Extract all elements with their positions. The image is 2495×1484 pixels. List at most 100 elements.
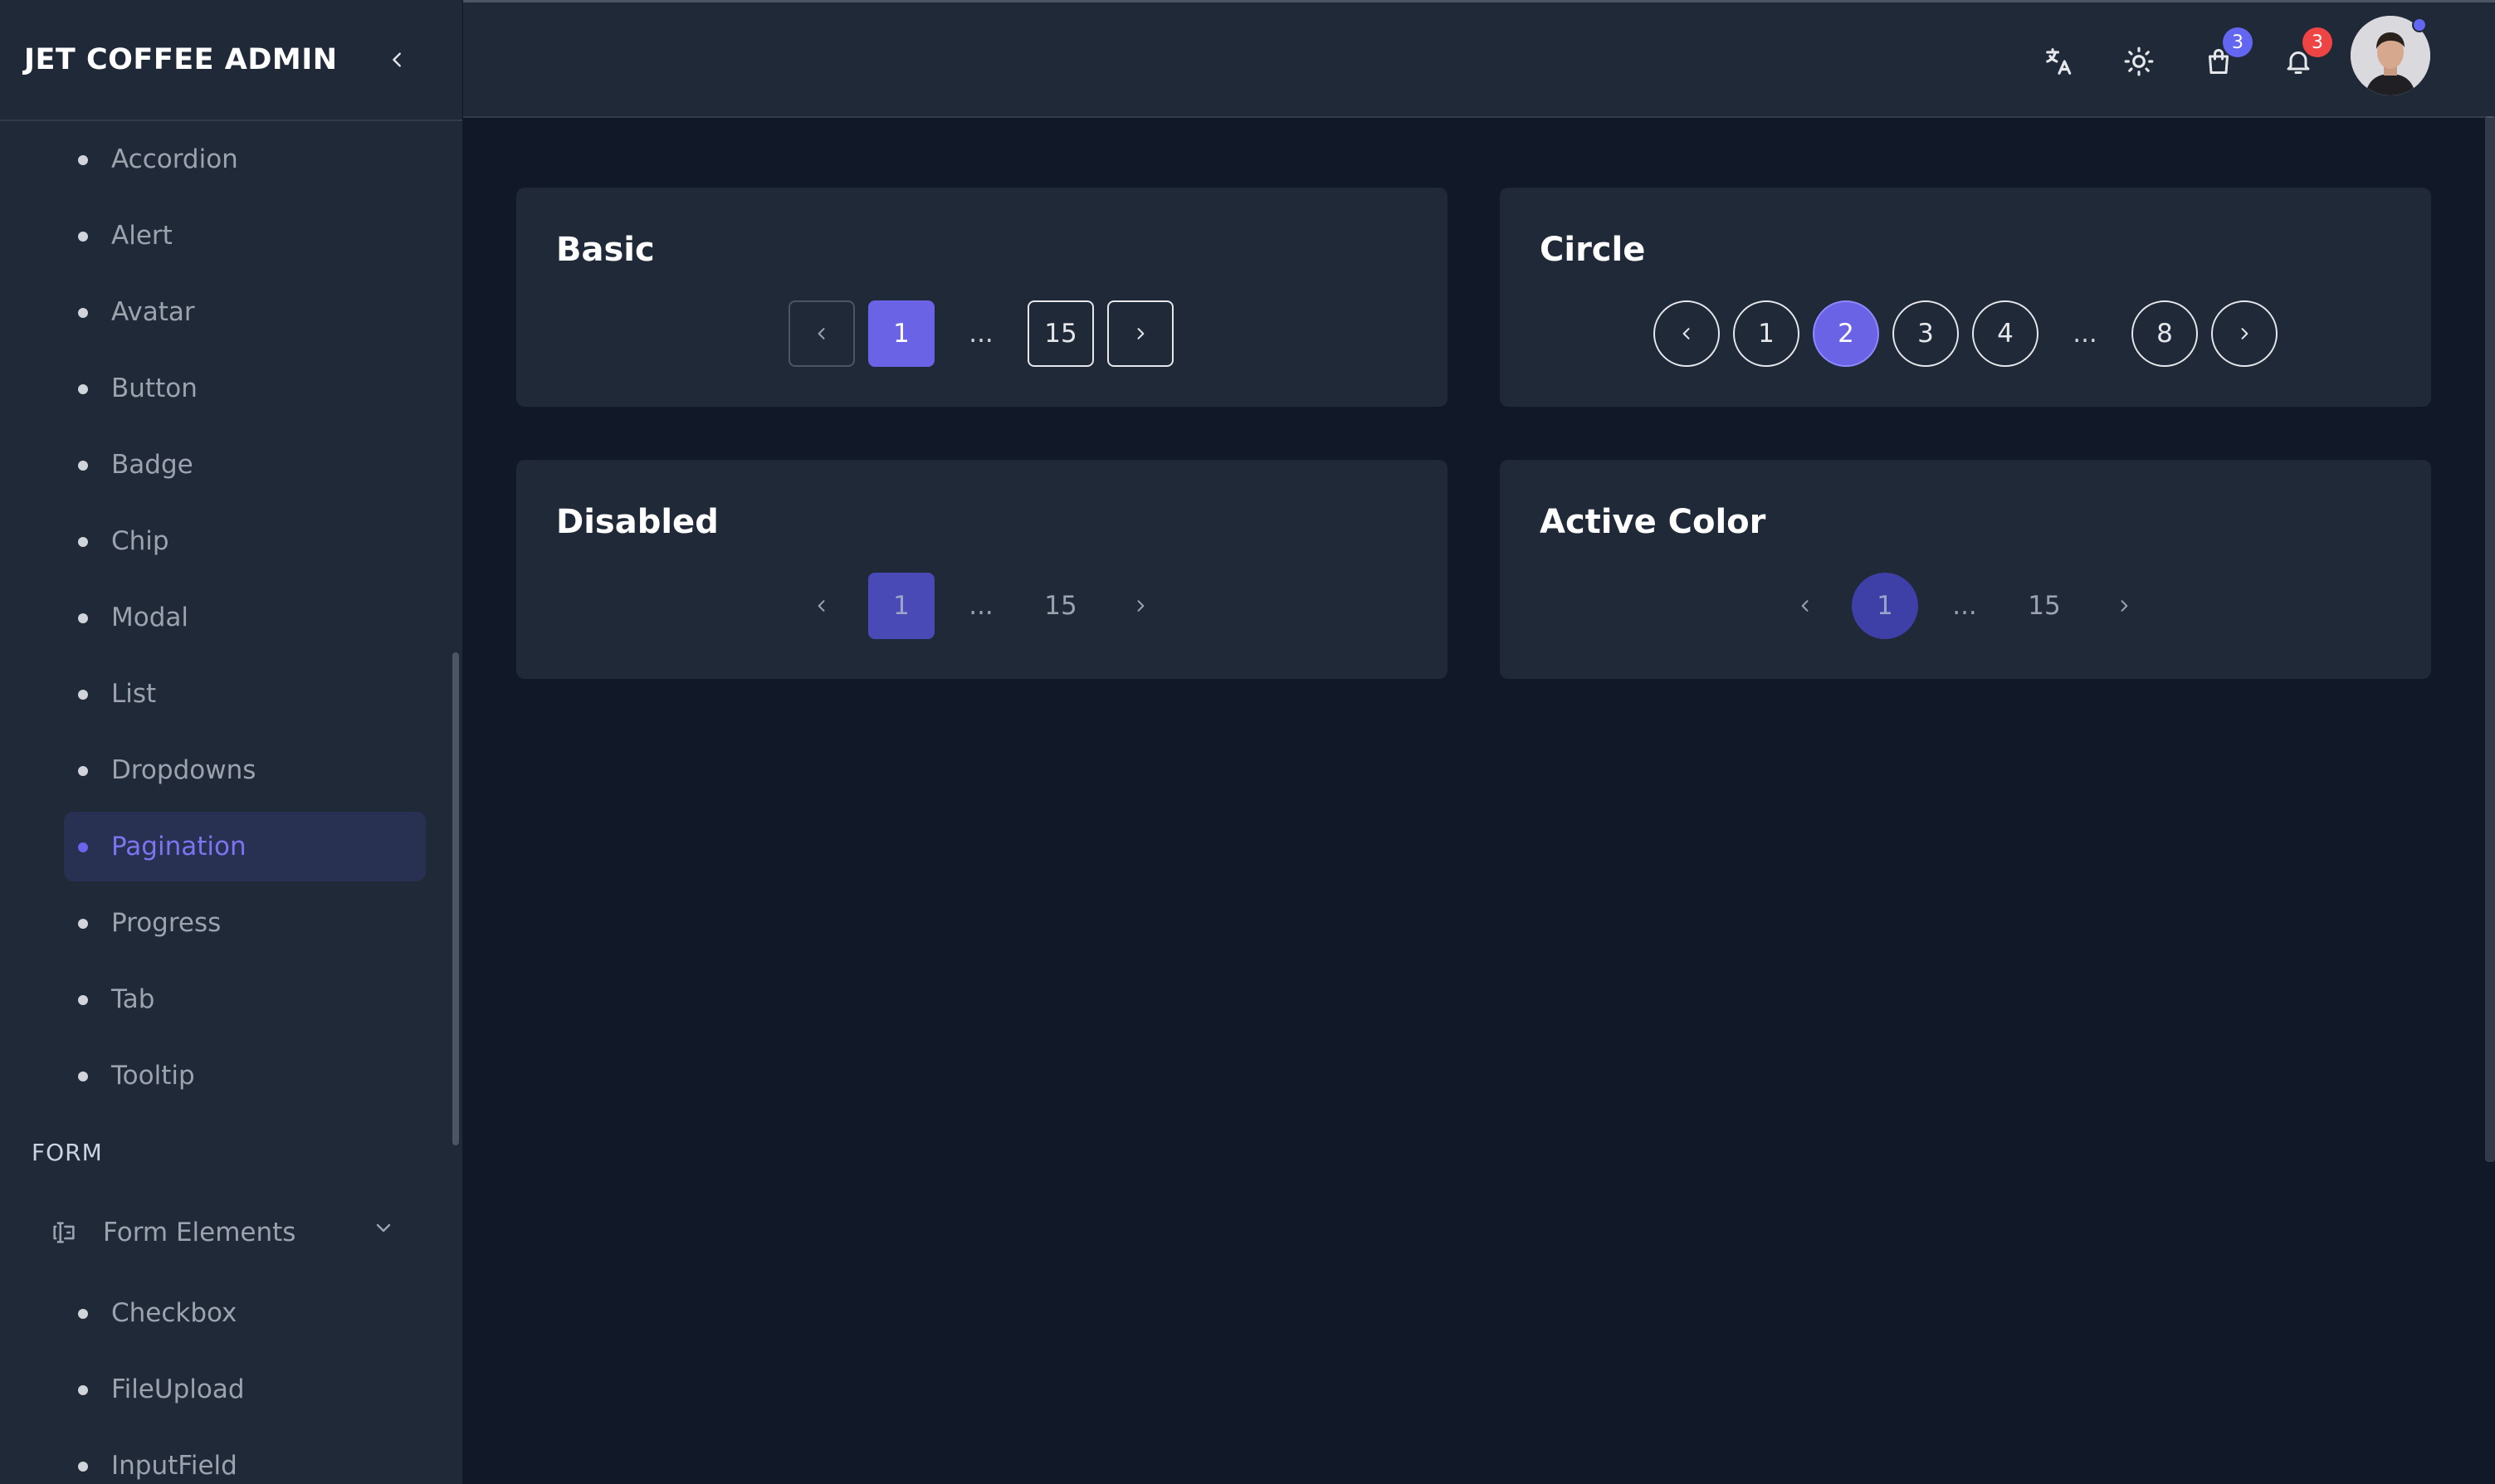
page-button-4[interactable]: 4: [1972, 300, 2038, 367]
chevron-left-icon: [818, 328, 825, 339]
translate-icon: [2046, 48, 2072, 75]
next-page-button[interactable]: [2211, 300, 2278, 367]
prev-page-button: [789, 573, 855, 639]
sidebar-item-badge[interactable]: Badge: [0, 427, 448, 503]
sidebar-item-label: Avatar: [111, 297, 195, 327]
notification-badge: 3: [2302, 27, 2332, 57]
sidebar-item-label: Accordion: [111, 144, 238, 174]
sidebar-item-pagination[interactable]: Pagination: [0, 808, 448, 885]
sidebar-item-label: List: [111, 679, 157, 709]
bullet-icon: [78, 308, 88, 318]
pagination-card-circle: Circle 1 2 3 4 ... 8: [1500, 188, 2431, 407]
bullet-icon: [78, 1309, 88, 1319]
bullet-icon: [78, 461, 88, 471]
collapse-sidebar-button[interactable]: [381, 43, 414, 76]
chevron-down-icon: [376, 1223, 391, 1233]
app-title: JET COFFEE ADMIN: [24, 43, 338, 76]
page-button-15: 15: [1044, 591, 1077, 621]
sidebar-item-label: Tooltip: [111, 1061, 195, 1091]
notifications-button[interactable]: 3: [2276, 27, 2332, 84]
bullet-icon: [78, 919, 88, 929]
sidebar-menu: Accordion Alert Avatar Button Badge Chip…: [0, 121, 448, 1484]
sidebar-item-avatar[interactable]: Avatar: [0, 274, 448, 350]
sidebar-item-label: Chip: [111, 526, 169, 556]
next-page-button: [1107, 573, 1174, 639]
chevron-left-icon: [818, 600, 825, 612]
top-bar: 3 3: [463, 0, 2495, 118]
prev-page-button[interactable]: [1653, 300, 1720, 367]
prev-page-button[interactable]: [1772, 573, 1838, 639]
bullet-icon: [78, 232, 88, 242]
online-status-dot: [2412, 17, 2427, 32]
chevron-left-icon: [1801, 600, 1809, 612]
sidebar: JET COFFEE ADMIN Accordion Alert Avatar …: [0, 0, 463, 1484]
card-title: Circle: [1540, 231, 1646, 269]
chevron-right-icon: [2241, 328, 2248, 339]
bullet-icon: [78, 1385, 88, 1395]
bullet-icon: [78, 1462, 88, 1472]
cart-button[interactable]: 3: [2196, 27, 2253, 84]
sidebar-item-label: FileUpload: [111, 1374, 245, 1404]
sidebar-item-alert[interactable]: Alert: [0, 198, 448, 274]
cart-badge: 3: [2223, 27, 2253, 57]
bullet-icon: [78, 766, 88, 776]
sidebar-group-label: Form Elements: [103, 1218, 296, 1247]
card-title: Basic: [556, 231, 655, 269]
page-button-8[interactable]: 8: [2131, 300, 2198, 367]
pagination-basic: 1 ... 15: [789, 300, 1174, 367]
bullet-icon: [78, 155, 88, 165]
page-button-15[interactable]: 15: [2011, 573, 2078, 639]
chevron-left-icon: [1682, 328, 1690, 339]
next-page-button[interactable]: [1107, 300, 1174, 367]
pagination-circle: 1 2 3 4 ... 8: [1653, 300, 2278, 367]
sidebar-item-label: Tab: [111, 984, 155, 1014]
ellipsis: ...: [969, 591, 994, 621]
bullet-icon: [78, 690, 88, 700]
sidebar-item-accordion[interactable]: Accordion: [0, 121, 448, 198]
pagination-card-basic: Basic 1 ... 15: [516, 188, 1448, 407]
sidebar-item-inputfield[interactable]: InputField: [0, 1428, 448, 1484]
page-button-1[interactable]: 1: [1852, 573, 1918, 639]
sun-icon: [2124, 46, 2154, 76]
sidebar-section-form: FORM: [32, 1138, 103, 1166]
page-button-1[interactable]: 1: [1733, 300, 1799, 367]
page-button-15[interactable]: 15: [1028, 300, 1094, 367]
sidebar-item-tab[interactable]: Tab: [0, 961, 448, 1037]
chevron-right-icon: [2121, 600, 2128, 612]
sidebar-item-modal[interactable]: Modal: [0, 579, 448, 656]
ellipsis: ...: [1952, 591, 1977, 621]
sidebar-item-chip[interactable]: Chip: [0, 503, 448, 579]
sidebar-item-label: Alert: [111, 221, 173, 251]
sidebar-item-label: InputField: [111, 1451, 237, 1481]
sidebar-item-label: Modal: [111, 603, 188, 632]
translate-button[interactable]: [2037, 39, 2082, 84]
sidebar-scrollbar[interactable]: [452, 652, 459, 1145]
prev-page-button[interactable]: [789, 300, 855, 367]
bullet-icon: [78, 384, 88, 394]
sidebar-item-tooltip[interactable]: Tooltip: [0, 1037, 448, 1114]
sidebar-item-button[interactable]: Button: [0, 350, 448, 427]
sidebar-item-label: Pagination: [111, 832, 247, 862]
sidebar-group-form-elements[interactable]: Form Elements: [0, 1190, 448, 1275]
bullet-icon: [78, 613, 88, 623]
bullet-icon: [78, 1072, 88, 1081]
bullet-icon: [78, 995, 88, 1005]
sidebar-item-dropdowns[interactable]: Dropdowns: [0, 732, 448, 808]
pagination-card-disabled: Disabled 1 ... 15: [516, 460, 1448, 679]
page-button-3[interactable]: 3: [1892, 300, 1959, 367]
sidebar-item-label: Progress: [111, 908, 222, 938]
sidebar-header: JET COFFEE ADMIN: [0, 0, 462, 121]
sidebar-item-progress[interactable]: Progress: [0, 885, 448, 961]
bullet-icon: [78, 842, 88, 852]
next-page-button[interactable]: [2091, 573, 2157, 639]
sidebar-item-list[interactable]: List: [0, 656, 448, 732]
sidebar-item-checkbox[interactable]: Checkbox: [0, 1275, 448, 1351]
page-button-2[interactable]: 2: [1813, 300, 1879, 367]
page-scrollbar[interactable]: [2485, 116, 2495, 1162]
sidebar-item-fileupload[interactable]: FileUpload: [0, 1351, 448, 1428]
chevron-right-icon: [1137, 600, 1145, 612]
form-elements-icon: [50, 1216, 83, 1249]
pagination-card-active-color: Active Color 1 ... 15: [1500, 460, 2431, 679]
theme-toggle-button[interactable]: [2117, 39, 2161, 84]
page-button-1[interactable]: 1: [868, 300, 935, 367]
